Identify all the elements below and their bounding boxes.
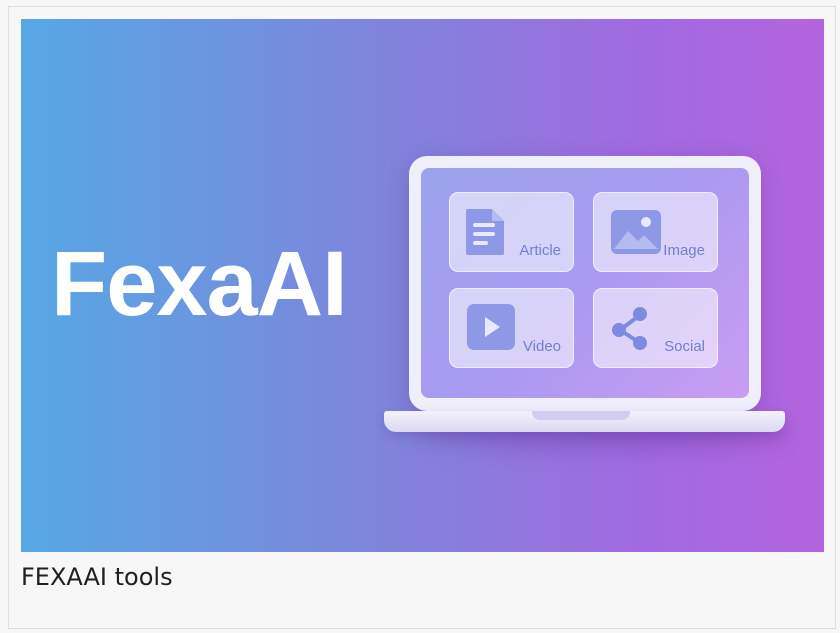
hero-banner[interactable]: FexaAI Article Image Video Social — [21, 19, 824, 552]
image-card: FexaAI Article Image Video Social FEXAAI… — [8, 6, 836, 629]
brand-title: FexaAI — [51, 233, 348, 335]
video-icon — [467, 304, 515, 350]
article-icon — [466, 209, 504, 255]
image-caption: FEXAAI tools — [21, 563, 173, 591]
tile-image: Image — [593, 192, 718, 272]
tile-article: Article — [449, 192, 574, 272]
image-icon — [611, 210, 661, 254]
tile-social: Social — [593, 288, 718, 368]
laptop-screen: Article Image Video Social — [421, 168, 749, 398]
laptop-notch — [532, 411, 630, 420]
tile-video: Video — [449, 288, 574, 368]
tile-image-label: Image — [663, 242, 705, 259]
tile-social-label: Social — [664, 338, 705, 355]
laptop-illustration: Article Image Video Social — [409, 156, 761, 411]
tile-article-label: Article — [519, 242, 561, 259]
tile-video-label: Video — [522, 338, 561, 355]
share-icon — [612, 307, 647, 350]
laptop-base — [384, 411, 785, 432]
